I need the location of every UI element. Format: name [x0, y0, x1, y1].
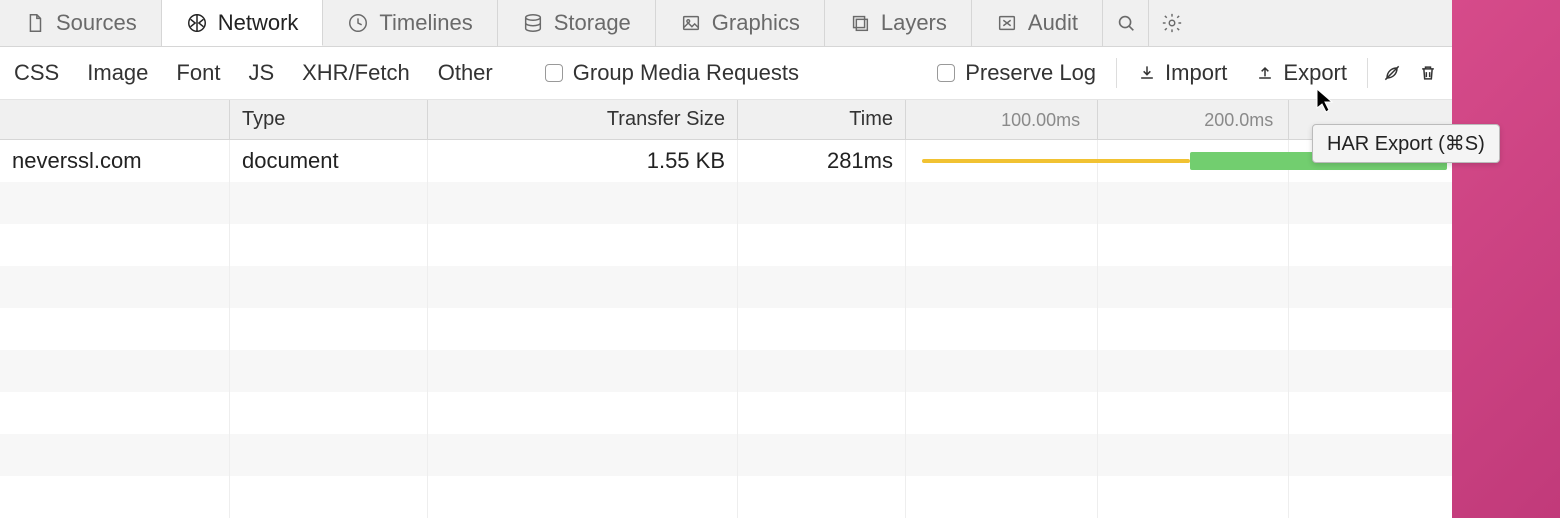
table-row [0, 224, 1452, 266]
download-icon [1137, 63, 1157, 83]
checkbox-label: Preserve Log [965, 60, 1096, 86]
checkbox-icon [545, 64, 563, 82]
table-row [0, 308, 1452, 350]
table-row [0, 434, 1452, 476]
filter-css[interactable]: CSS [0, 47, 73, 99]
filter-label: Image [87, 60, 148, 86]
button-label: Import [1165, 60, 1227, 86]
cell-text: neverssl.com [12, 148, 142, 174]
import-button[interactable]: Import [1123, 47, 1241, 99]
table-row [0, 476, 1452, 518]
search-icon [1115, 12, 1137, 34]
export-button[interactable]: Export [1241, 47, 1361, 99]
trash-icon [1418, 63, 1438, 83]
filter-label: Other [438, 60, 493, 86]
clock-icon [347, 12, 369, 34]
tab-label: Graphics [712, 10, 800, 36]
layers-icon [849, 12, 871, 34]
tab-label: Audit [1028, 10, 1078, 36]
tab-graphics[interactable]: Graphics [656, 0, 825, 46]
cell-type: document [230, 140, 428, 182]
tabs-row: Sources Network Timelines Storage Graphi… [0, 0, 1452, 47]
filter-js[interactable]: JS [234, 47, 288, 99]
tab-label: Storage [554, 10, 631, 36]
cell-text: 281ms [827, 148, 893, 174]
group-media-checkbox[interactable]: Group Media Requests [531, 47, 813, 99]
clear-filters-button[interactable] [1374, 47, 1410, 99]
database-icon [522, 12, 544, 34]
tab-timelines[interactable]: Timelines [323, 0, 497, 46]
waterfall-tick-label: 100.00ms [1001, 110, 1080, 131]
tab-label: Network [218, 10, 299, 36]
column-header-time[interactable]: Time [738, 100, 906, 139]
button-label: Export [1283, 60, 1347, 86]
waterfall-tick [1097, 100, 1104, 139]
cell-text: 1.55 KB [647, 148, 725, 174]
settings-button[interactable] [1149, 0, 1195, 46]
filter-other[interactable]: Other [424, 47, 507, 99]
filter-label: JS [248, 60, 274, 86]
filter-row: CSS Image Font JS XHR/Fetch Other Group … [0, 47, 1452, 100]
cell-name: neverssl.com [0, 140, 230, 182]
column-label: Time [849, 108, 893, 131]
filter-image[interactable]: Image [73, 47, 162, 99]
table-row[interactable]: neverssl.com document 1.55 KB 281ms [0, 140, 1452, 182]
filter-label: Font [176, 60, 220, 86]
column-header-transfer-size[interactable]: Transfer Size [428, 100, 738, 139]
table-row [0, 392, 1452, 434]
tab-network[interactable]: Network [162, 0, 324, 46]
file-icon [24, 12, 46, 34]
tab-label: Timelines [379, 10, 472, 36]
filter-label: XHR/Fetch [302, 60, 410, 86]
filter-font[interactable]: Font [162, 47, 234, 99]
divider [1367, 58, 1368, 88]
column-label: Type [242, 108, 285, 131]
checkbox-icon [937, 64, 955, 82]
search-button[interactable] [1103, 0, 1149, 46]
export-tooltip: HAR Export (⌘S) [1312, 124, 1500, 163]
tab-label: Sources [56, 10, 137, 36]
desktop-background [1452, 0, 1560, 518]
leaf-slash-icon [1382, 63, 1402, 83]
clear-button[interactable] [1410, 47, 1446, 99]
upload-icon [1255, 63, 1275, 83]
tab-audit[interactable]: Audit [972, 0, 1103, 46]
waterfall-bar-waiting [922, 159, 1190, 163]
cell-time: 281ms [738, 140, 906, 182]
tooltip-text: HAR Export (⌘S) [1327, 133, 1485, 155]
cell-text: document [242, 148, 339, 174]
column-label: Transfer Size [607, 108, 725, 131]
cell-transfer-size: 1.55 KB [428, 140, 738, 182]
network-icon [186, 12, 208, 34]
preserve-log-checkbox[interactable]: Preserve Log [923, 47, 1110, 99]
waterfall-tick-label: 200.0ms [1204, 110, 1273, 131]
image-icon [680, 12, 702, 34]
tab-layers[interactable]: Layers [825, 0, 972, 46]
devtools-panel: Sources Network Timelines Storage Graphi… [0, 0, 1452, 518]
filter-label: CSS [14, 60, 59, 86]
table-row [0, 350, 1452, 392]
table-header: Type Transfer Size Time 100.00ms 200.0ms [0, 100, 1452, 140]
table-row [0, 266, 1452, 308]
audit-icon [996, 12, 1018, 34]
checkbox-label: Group Media Requests [573, 60, 799, 86]
filter-xhr[interactable]: XHR/Fetch [288, 47, 424, 99]
column-header-type[interactable]: Type [230, 100, 428, 139]
table-row [0, 182, 1452, 224]
table-body: neverssl.com document 1.55 KB 281ms [0, 140, 1452, 518]
tab-label: Layers [881, 10, 947, 36]
divider [1116, 58, 1117, 88]
tab-sources[interactable]: Sources [0, 0, 162, 46]
waterfall-tick [1288, 100, 1295, 139]
gear-icon [1161, 12, 1183, 34]
tab-storage[interactable]: Storage [498, 0, 656, 46]
column-header-name[interactable] [0, 100, 230, 139]
